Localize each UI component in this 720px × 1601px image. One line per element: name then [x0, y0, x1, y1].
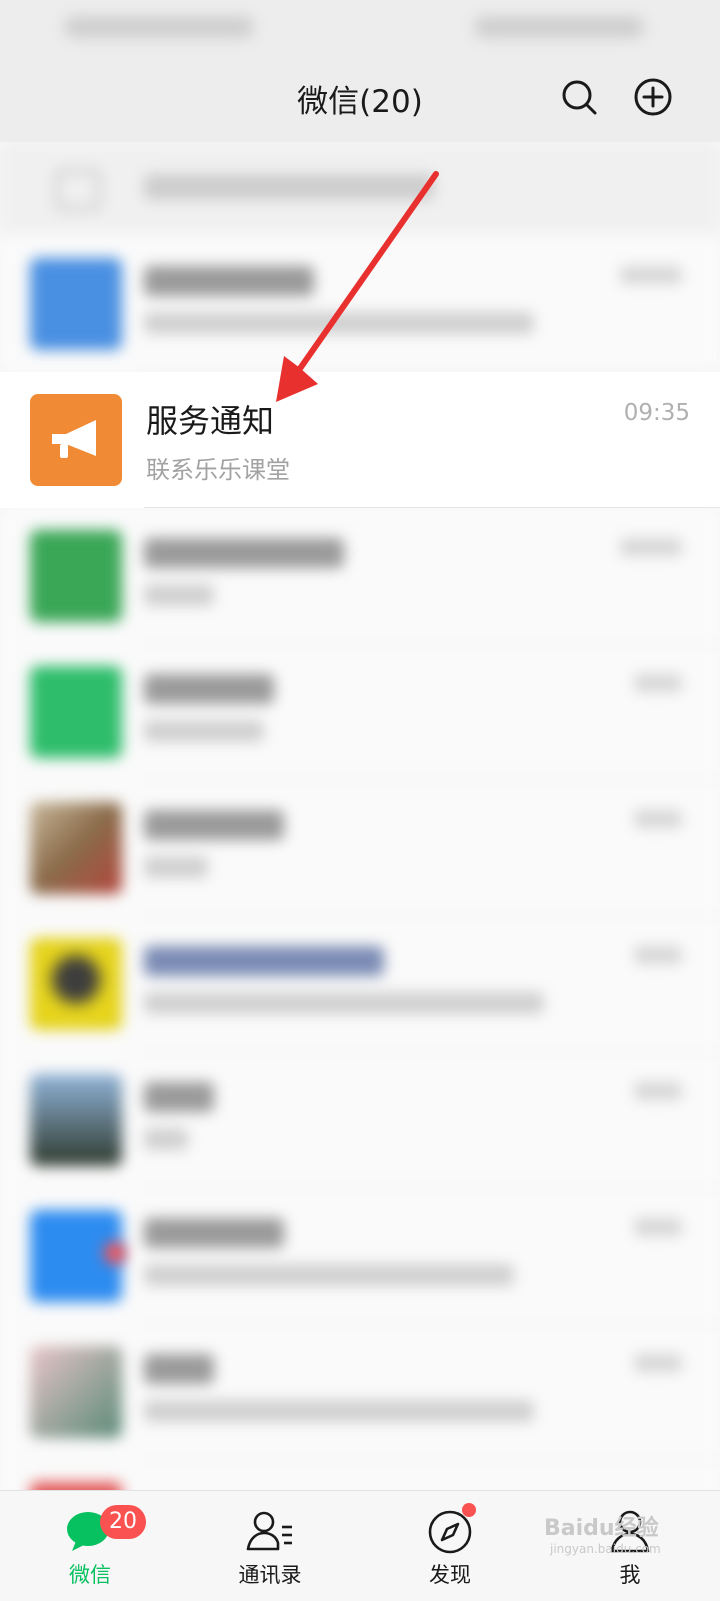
chat-name: 服务通知	[146, 402, 275, 440]
tab-label: 发现	[429, 1563, 471, 1587]
baidu-jingyan-watermark: Baidu经验 jingyan.baidu.com	[540, 1490, 680, 1570]
chat-time: 09:35	[623, 400, 690, 426]
chat-time-blurred	[634, 1082, 682, 1100]
avatar	[30, 1482, 122, 1490]
contacts-icon	[246, 1511, 292, 1551]
divider	[144, 507, 720, 508]
unread-count-badge: 20	[100, 1505, 146, 1539]
megaphone-icon	[52, 420, 96, 458]
chat-preview-blurred	[144, 584, 214, 606]
tab-chats[interactable]: 微信 20	[0, 1491, 180, 1601]
plus-circle-icon	[634, 78, 672, 116]
chat-time-blurred	[620, 538, 682, 556]
top-navigation-bar: 微信(20)	[0, 54, 720, 142]
chat-preview-blurred	[144, 1264, 514, 1286]
chat-row[interactable]	[0, 916, 720, 1052]
page-title: 微信(20)	[297, 84, 423, 120]
chat-row-service-notifications[interactable]: 服务通知 联系乐乐课堂 09:35	[0, 372, 720, 508]
avatar	[30, 258, 122, 350]
chat-time-blurred	[634, 674, 682, 692]
tab-contacts[interactable]: 通讯录	[180, 1491, 360, 1601]
chat-list: 服务通知 联系乐乐课堂 09:35	[0, 142, 720, 1490]
service-notification-avatar	[30, 394, 122, 486]
chat-time-blurred	[634, 1354, 682, 1372]
add-button[interactable]	[632, 76, 674, 118]
status-bar	[0, 0, 720, 54]
chat-name-blurred	[144, 538, 344, 568]
chat-preview-blurred	[144, 992, 544, 1014]
tab-discover[interactable]: 发现	[360, 1491, 540, 1601]
chat-preview-blurred	[144, 1128, 188, 1150]
chat-name-blurred	[144, 1082, 214, 1112]
chat-preview-blurred	[144, 1400, 534, 1422]
chat-row[interactable]	[0, 236, 720, 372]
chat-row[interactable]	[0, 508, 720, 644]
windows-login-banner[interactable]	[0, 142, 720, 234]
avatar	[30, 938, 122, 1030]
avatar	[30, 802, 122, 894]
status-bar-right-blurred	[474, 16, 644, 38]
banner-text-blurred	[144, 174, 434, 200]
chat-preview-blurred	[144, 312, 534, 334]
computer-icon	[56, 170, 100, 210]
chat-name-blurred	[144, 674, 274, 704]
chat-row[interactable]	[0, 1324, 720, 1460]
chat-time-blurred	[634, 946, 682, 964]
chat-preview-blurred	[144, 720, 264, 742]
chat-preview-blurred	[144, 856, 208, 878]
new-moments-dot	[462, 1503, 476, 1517]
avatar	[30, 1074, 122, 1166]
tab-label: 微信	[69, 1563, 111, 1587]
status-bar-left-blurred	[64, 16, 254, 38]
chat-row[interactable]	[0, 780, 720, 916]
avatar	[30, 530, 122, 622]
chat-time-blurred	[620, 266, 682, 284]
avatar	[30, 1346, 122, 1438]
chat-time-blurred	[634, 810, 682, 828]
search-button[interactable]	[558, 76, 600, 118]
chat-preview: 联系乐乐课堂	[146, 456, 290, 484]
avatar	[30, 666, 122, 758]
chat-name-blurred	[144, 266, 314, 296]
chat-time-blurred	[634, 1218, 682, 1236]
unread-dot	[104, 1242, 126, 1264]
chat-row[interactable]	[0, 644, 720, 780]
watermark-subtext: jingyan.baidu.com	[550, 1542, 661, 1556]
chat-row[interactable]	[0, 1052, 720, 1188]
watermark-text: Baidu经验	[544, 1516, 659, 1541]
chat-name-blurred	[144, 1354, 214, 1384]
chat-name-blurred	[144, 1218, 284, 1248]
chat-row[interactable]	[0, 1460, 720, 1490]
chat-name-blurred	[144, 810, 284, 840]
search-icon	[562, 80, 597, 115]
chat-name-blurred	[144, 946, 384, 976]
tab-label: 通讯录	[238, 1563, 302, 1587]
